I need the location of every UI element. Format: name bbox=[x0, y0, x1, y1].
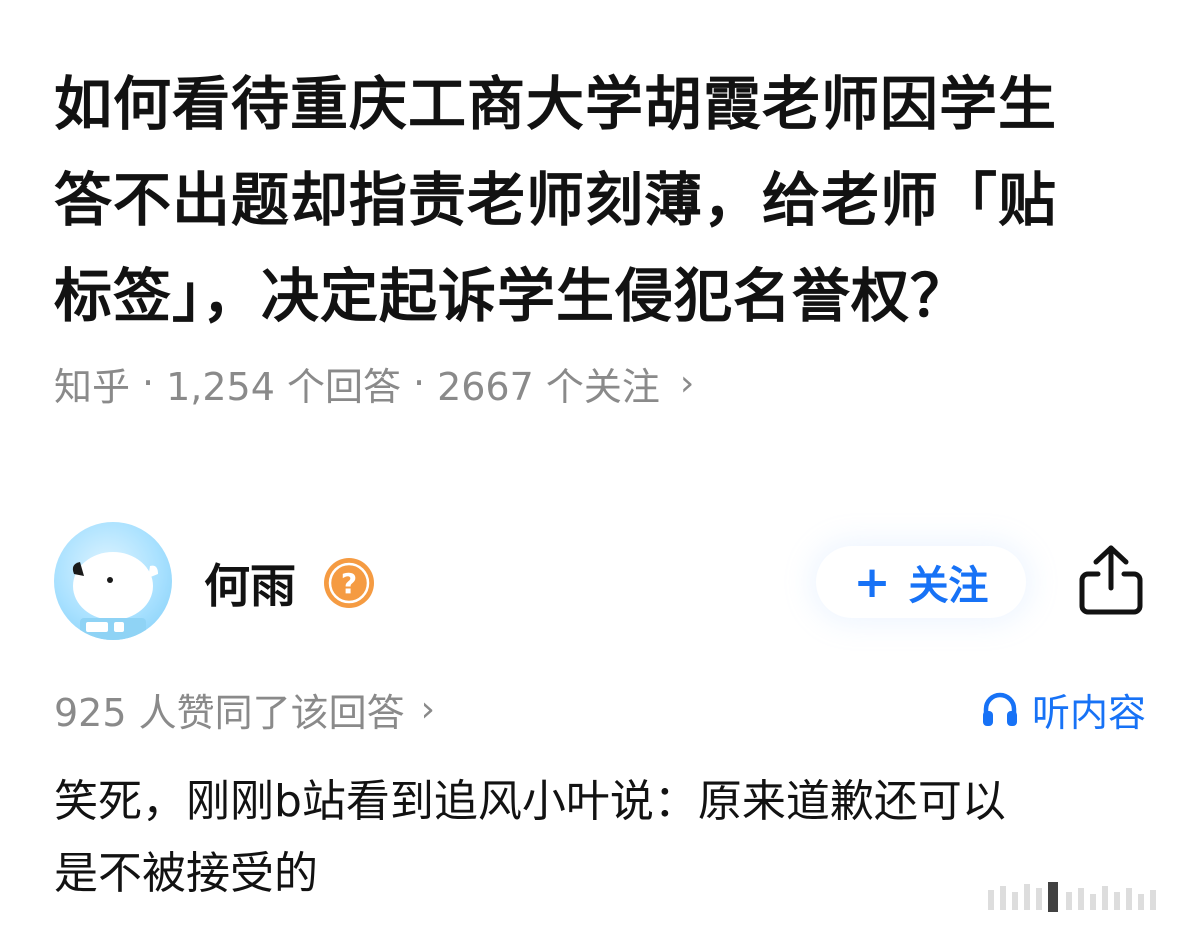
share-icon[interactable] bbox=[1076, 542, 1146, 618]
likes-link[interactable]: 925 人赞同了该回答 › bbox=[54, 682, 435, 736]
question-title: 如何看待重庆工商大学胡霞老师因学生 答不出题却指责老师刻薄，给老师「贴 标签」，… bbox=[54, 56, 1134, 344]
likes-count: 925 人赞同了该回答 bbox=[54, 690, 405, 735]
chevron-right-icon: › bbox=[679, 362, 695, 404]
headphones-icon bbox=[982, 692, 1017, 726]
chevron-right-icon: › bbox=[420, 688, 436, 730]
author-row: 何雨 ? + 关注 bbox=[54, 522, 1146, 644]
plus-icon: + bbox=[853, 556, 891, 608]
question-meta-link[interactable]: 知乎 · 1,254 个回答 · 2667 个关注 › bbox=[54, 356, 694, 410]
meta-separator: · bbox=[412, 361, 426, 405]
meta-separator: · bbox=[142, 361, 155, 405]
avatar-illustration bbox=[72, 552, 158, 640]
badge-symbol: ? bbox=[341, 567, 357, 600]
question-badge-icon: ? bbox=[322, 556, 376, 610]
question-title-line-3: 标签」，决定起诉学生侵犯名誉权？ bbox=[54, 262, 970, 330]
answers-count: 1,254 个回答 bbox=[166, 364, 401, 409]
follow-button[interactable]: + 关注 bbox=[816, 546, 1026, 618]
question-title-line-2: 答不出题却指责老师刻薄，给老师「贴 bbox=[54, 166, 1058, 234]
follow-label: 关注 bbox=[908, 563, 989, 609]
listen-button[interactable]: 听内容 bbox=[980, 682, 1146, 736]
question-title-line-1: 如何看待重庆工商大学胡霞老师因学生 bbox=[54, 70, 1058, 138]
watermark-bars bbox=[978, 878, 1178, 918]
author-name[interactable]: 何雨 bbox=[204, 550, 296, 616]
listen-label: 听内容 bbox=[1031, 690, 1146, 735]
avatar[interactable] bbox=[54, 522, 172, 640]
answer-line-1: 笑死，刚刚b站看到追风小叶说：原来道歉还可以 bbox=[54, 776, 1006, 827]
source-label: 知乎 bbox=[54, 364, 131, 409]
followers-count: 2667 个关注 bbox=[437, 364, 660, 409]
